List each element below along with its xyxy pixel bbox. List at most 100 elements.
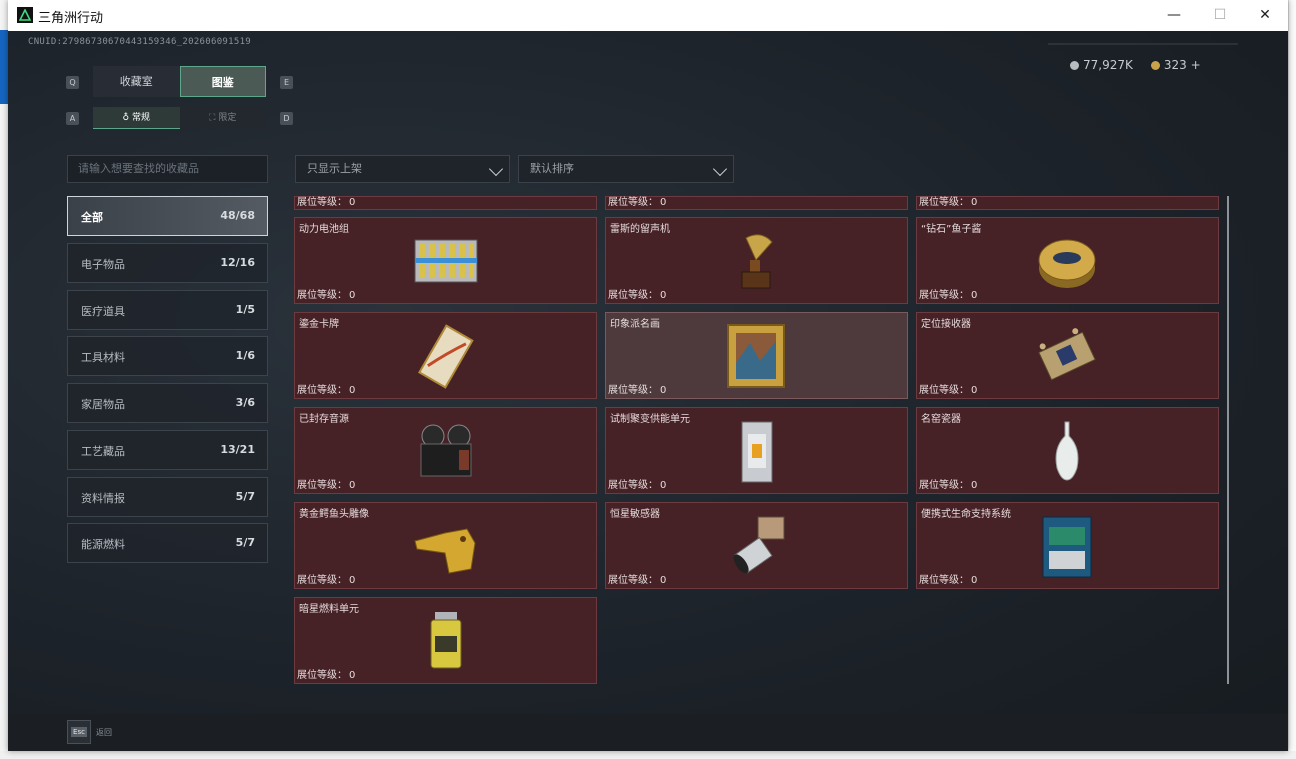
card-level: 展位等级： 0 <box>297 575 356 586</box>
q-key-hint: Q <box>66 76 79 89</box>
gold-crocodile-head-icon <box>414 528 476 574</box>
currency-display: 77,927K 323 + <box>1070 58 1201 72</box>
subtab-regular[interactable]: ♁ 常规 <box>93 107 180 129</box>
sort-dropdown[interactable]: 默认排序 <box>518 155 734 183</box>
category-electronics[interactable]: 电子物品 12/16 <box>67 242 268 283</box>
tab-codex[interactable]: 图鉴 <box>179 66 266 97</box>
search-input[interactable]: 请输入想要查找的收藏品 <box>67 155 268 183</box>
collection-card[interactable]: 定位接收器 展位等级： 0 <box>916 312 1219 399</box>
collection-card[interactable]: 便携式生命支持系统 展位等级： 0 <box>916 502 1219 589</box>
regular-icon: ♁ <box>122 113 132 123</box>
sort-value: 默认排序 <box>530 162 574 175</box>
category-count: 5/7 <box>235 489 255 503</box>
footer-back[interactable]: Esc 返回 <box>67 720 112 744</box>
gold-coin-icon <box>1150 61 1160 70</box>
category-label: 医疗道具 <box>81 304 125 318</box>
card-level: 展位等级： 0 <box>919 575 978 586</box>
category-tools[interactable]: 工具材料 1/6 <box>67 336 268 377</box>
porcelain-vase-icon <box>1055 421 1079 481</box>
card-level: 展位等级： 0 <box>919 385 978 396</box>
category-count: 1/5 <box>235 302 255 316</box>
app-icon <box>17 7 33 23</box>
category-all[interactable]: 全部 48/68 <box>67 196 268 236</box>
limited-icon: ⛶ <box>209 113 219 123</box>
fuel-cell-icon <box>430 612 462 669</box>
minimize-button[interactable]: — <box>1151 0 1197 31</box>
user-uid: CNUID:2798673067044315934​6_202606091519 <box>28 37 252 47</box>
show-filter-dropdown[interactable]: 只显示上架 <box>295 155 510 183</box>
d-key-hint: D <box>280 112 293 125</box>
category-list: 全部 48/68 电子物品 12/16 医疗道具 1/5 工具材料 1/6 家居物品 3/… <box>67 196 268 570</box>
caviar-tin-icon <box>1038 239 1096 288</box>
collection-card[interactable]: 试制聚变供能单元 展位等级： 0 <box>605 407 908 494</box>
collection-card[interactable]: 已封存音源 展位等级： 0 <box>294 407 597 494</box>
collection-grid: 展位等级： 0 展位等级： 0 展位等级： 0 动力电池组 展位等级： 0 雷斯的留声机 <box>294 196 1230 689</box>
collection-card[interactable]: 名窑瓷器 展位等级： 0 <box>916 407 1219 494</box>
collection-card[interactable]: 雷斯的留声机 展位等级： 0 <box>605 217 908 304</box>
category-label: 资料情报 <box>81 491 125 505</box>
add-currency-button[interactable]: + <box>1191 58 1201 72</box>
collection-card[interactable]: 恒星敏感器 展位等级： 0 <box>605 502 908 589</box>
window-title: 三角洲行动 <box>38 11 104 26</box>
category-intel[interactable]: 资料情报 5/7 <box>67 476 268 517</box>
card-name: 名窑瓷器 <box>921 414 961 425</box>
card-level: 展位等级： 0 <box>297 290 356 301</box>
gold-currency[interactable]: 323 + <box>1150 58 1201 72</box>
card-name: 试制聚变供能单元 <box>610 414 690 425</box>
gilded-card-icon <box>418 324 474 389</box>
card-name: 便携式生命支持系统 <box>921 509 1011 520</box>
collection-card[interactable]: 暗星燃料单元 展位等级： 0 <box>294 597 597 684</box>
subtab-regular-label: 常规 <box>131 113 150 123</box>
collection-card[interactable]: 印象派名画 展位等级： 0 <box>605 312 908 399</box>
sub-tabs: ♁ 常规 ⛶ 限定 <box>93 107 266 129</box>
category-count: 5/7 <box>235 536 255 550</box>
game-window: 三角洲行动 — ☐ ✕ CNUID:2798673067044315934​6_… <box>8 0 1288 751</box>
category-energy[interactable]: 能源燃料 5/7 <box>67 523 268 564</box>
collection-card[interactable]: 鎏金卡牌 展位等级： 0 <box>294 312 597 399</box>
collection-card[interactable]: 展位等级： 0 <box>916 196 1219 210</box>
title-bar: 三角洲行动 — ☐ ✕ <box>8 0 1288 31</box>
category-count: 13/21 <box>220 442 255 456</box>
esc-key[interactable]: Esc <box>67 720 91 744</box>
card-name: 定位接收器 <box>921 319 971 330</box>
category-label: 电子物品 <box>81 257 125 271</box>
category-count: 3/6 <box>235 396 255 409</box>
category-label: 工艺藏品 <box>81 444 125 458</box>
painting-icon <box>727 324 785 388</box>
life-support-icon <box>1042 516 1092 578</box>
back-label: 返回 <box>96 727 112 737</box>
subtab-limited[interactable]: ⛶ 限定 <box>179 107 266 129</box>
a-key-hint: A <box>66 112 79 125</box>
silver-amount: 77,927K <box>1083 58 1133 72</box>
collection-card[interactable]: 动力电池组 展位等级： 0 <box>294 217 597 304</box>
chevron-down-icon <box>712 161 728 177</box>
gps-receiver-icon <box>1038 328 1096 381</box>
category-count: 1/6 <box>235 349 255 363</box>
card-level: 展位等级： 0 <box>608 385 667 396</box>
collection-card[interactable]: 展位等级： 0 <box>294 196 597 210</box>
maximize-button[interactable]: ☐ <box>1197 0 1243 31</box>
collection-card[interactable]: “钻石”鱼子酱 展位等级： 0 <box>916 217 1219 304</box>
category-medical[interactable]: 医疗道具 1/5 <box>67 289 268 330</box>
card-name: 印象派名画 <box>610 319 660 330</box>
gramophone-icon <box>741 234 773 289</box>
grid-scrollbar[interactable] <box>1227 196 1229 684</box>
card-level: 展位等级： 0 <box>919 480 978 491</box>
desktop-edge <box>0 751 1296 759</box>
tape-recorder-icon <box>420 424 472 477</box>
collection-card[interactable]: 展位等级： 0 <box>605 196 908 210</box>
card-name: 鎏金卡牌 <box>299 319 339 330</box>
category-label: 家居物品 <box>81 398 125 411</box>
tab-collection-room[interactable]: 收藏室 <box>93 66 180 97</box>
card-level: 展位等级： 0 <box>608 480 667 491</box>
card-level: 展位等级： 0 <box>608 575 667 586</box>
star-sensor-icon <box>733 516 785 574</box>
category-household[interactable]: 家居物品 3/6 <box>67 383 268 423</box>
category-crafts[interactable]: 工艺藏品 13/21 <box>67 429 268 470</box>
close-button[interactable]: ✕ <box>1242 0 1288 31</box>
collection-card[interactable]: 黄金鳄鱼头雕像 展位等级： 0 <box>294 502 597 589</box>
subtab-limited-label: 限定 <box>218 113 237 123</box>
category-label: 全部 <box>81 211 103 224</box>
card-level: 展位等级： 0 <box>297 197 356 208</box>
card-level: 展位等级： 0 <box>297 480 356 491</box>
